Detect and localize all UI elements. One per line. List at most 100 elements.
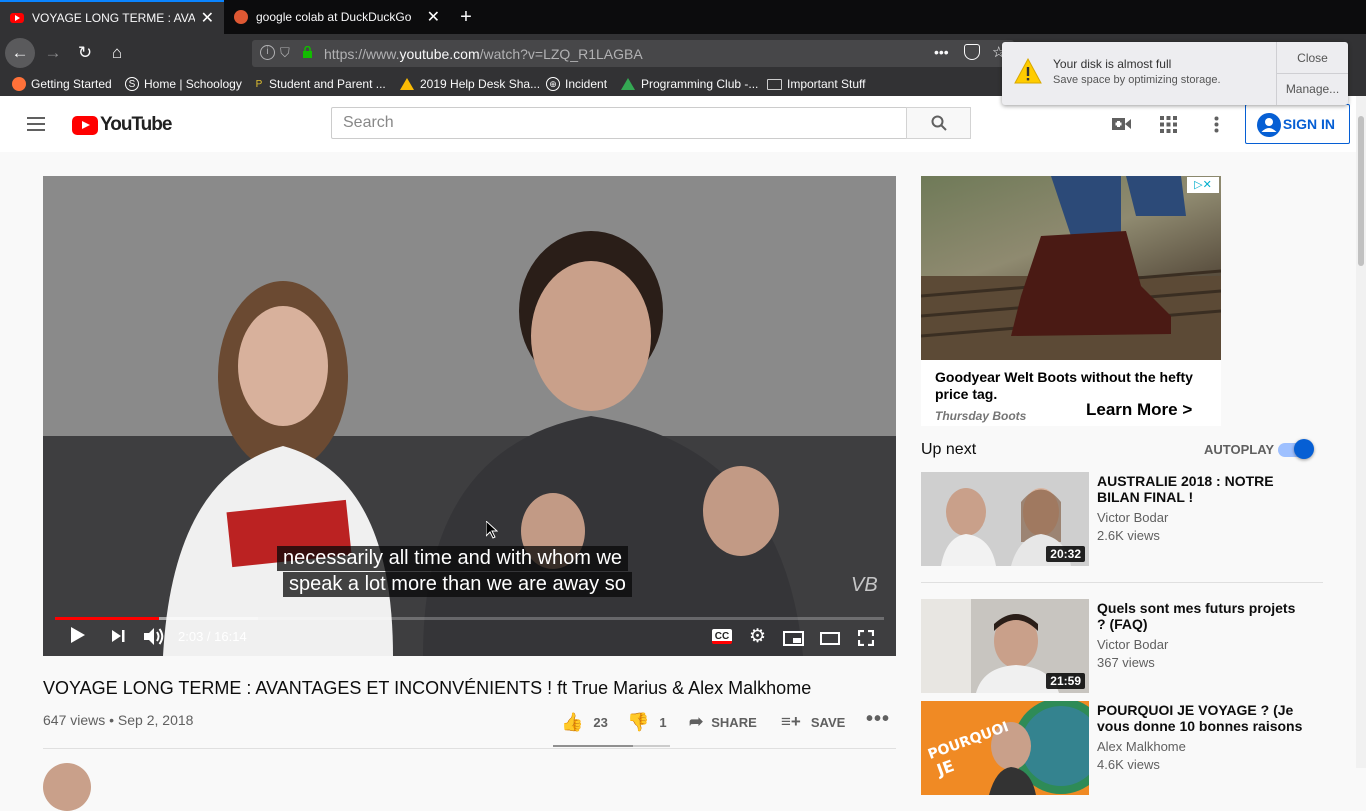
bookmark-important-stuff[interactable]: Important Stuff [767, 75, 866, 93]
video-player[interactable]: necessarily all time and with whom we sp… [43, 176, 896, 656]
ad-cta-button[interactable]: Learn More > [1086, 400, 1192, 420]
related-video-thumbnail[interactable]: POURQUOI JE [921, 701, 1089, 795]
notification-subtitle: Save space by optimizing storage. [1053, 74, 1221, 86]
ad-banner[interactable]: ▷✕ Goodyear Welt Boots without the hefty… [921, 176, 1221, 426]
theater-mode-button[interactable] [820, 632, 840, 645]
mute-button[interactable] [144, 628, 164, 645]
video-duration: 20:32 [1046, 546, 1085, 562]
page-scrollbar[interactable] [1356, 96, 1366, 768]
add-to-playlist-icon: ≡+ [781, 712, 801, 731]
notification-close-button[interactable]: Close [1277, 42, 1348, 73]
fullscreen-button[interactable] [858, 630, 874, 646]
save-button[interactable]: ≡+ SAVE [781, 712, 845, 732]
autoplay-label: AUTOPLAY [1204, 442, 1275, 457]
firefox-icon [12, 77, 26, 91]
captions-button[interactable]: CC [712, 629, 732, 644]
related-video-views: 4.6K views [1097, 757, 1160, 772]
close-tab-icon[interactable]: ✕ [201, 8, 214, 28]
thumbs-down-icon: 👎 [627, 712, 650, 732]
related-video-channel[interactable]: Victor Bodar [1097, 637, 1168, 652]
bookmark-incident[interactable]: ⊕ Incident [546, 75, 607, 93]
apps-grid-icon[interactable] [1160, 116, 1177, 133]
channel-watermark[interactable]: VB [851, 574, 878, 597]
related-video-thumbnail[interactable]: 20:32 [921, 472, 1089, 566]
ad-advertiser: Thursday Boots [935, 409, 1027, 423]
caption-line-2: speak a lot more than we are away so [283, 572, 632, 597]
account-icon [1257, 113, 1281, 137]
settings-more-icon[interactable] [1214, 116, 1219, 138]
duckduckgo-favicon-icon [234, 10, 248, 24]
reload-button[interactable]: ↻ [70, 38, 100, 68]
share-icon: ➦ [689, 712, 704, 731]
video-meta: 647 views • Sep 2, 2018 [43, 712, 194, 728]
bookmark-student-parent[interactable]: P Student and Parent ... [254, 75, 386, 93]
sign-in-label: SIGN IN [1282, 116, 1335, 132]
tab-bar: VOYAGE LONG TERME : AVANTAGES ✕ google c… [0, 0, 1366, 34]
up-next-heading: Up next [921, 441, 977, 458]
tab-youtube[interactable]: VOYAGE LONG TERME : AVANTAGES ✕ [0, 0, 224, 34]
info-icon[interactable]: i [260, 45, 275, 60]
dislike-button[interactable]: 👎 1 [627, 712, 667, 733]
related-video-thumbnail[interactable]: 21:59 [921, 599, 1089, 693]
warning-icon [1014, 57, 1042, 89]
youtube-logo[interactable]: YouTube [72, 114, 172, 136]
sign-in-button[interactable]: SIGN IN [1245, 104, 1350, 144]
fullscreen-icon [858, 630, 874, 646]
bookmark-help-desk[interactable]: 2019 Help Desk Sha... [400, 75, 540, 93]
tab-title: VOYAGE LONG TERME : AVANTAGES [32, 11, 195, 25]
url-text[interactable]: https://www.youtube.com/watch?v=LZQ_R1LA… [324, 46, 643, 62]
bookmark-label: Home | Schoology [144, 77, 242, 91]
share-button[interactable]: ➦ SHARE [689, 712, 757, 732]
bookmark-schoology[interactable]: S Home | Schoology [125, 75, 242, 93]
bookmark-getting-started[interactable]: Getting Started [12, 75, 112, 93]
bookmark-label: Important Stuff [787, 77, 866, 91]
page-actions-icon[interactable]: ••• [934, 44, 949, 60]
ad-choices-icon[interactable]: ▷✕ [1187, 177, 1219, 193]
settings-button[interactable]: ⚙ [749, 626, 767, 647]
related-video-title[interactable]: POURQUOI JE VOYAGE ? (Je vous donne 10 b… [1097, 702, 1307, 734]
miniplayer-icon [783, 631, 804, 646]
scrollbar-thumb[interactable] [1358, 116, 1364, 266]
search-input[interactable]: Search [331, 107, 907, 139]
related-video-channel[interactable]: Victor Bodar [1097, 510, 1168, 525]
tab-duckduckgo[interactable]: google colab at DuckDuckGo ✕ [224, 0, 450, 34]
menu-icon[interactable] [27, 117, 45, 131]
new-tab-button[interactable]: + [454, 0, 478, 34]
globe-icon: ⊕ [546, 77, 560, 91]
search-icon [931, 115, 947, 131]
url-bar[interactable]: i ⛉ https://www.youtube.com/watch?v=LZQ_… [252, 40, 1014, 67]
bookmark-icon: P [255, 78, 263, 90]
channel-avatar[interactable] [43, 763, 91, 811]
folder-icon [767, 78, 782, 90]
schoology-icon: S [125, 77, 139, 91]
bookmark-label: Programming Club -... [641, 77, 759, 91]
search-button[interactable] [906, 107, 971, 139]
notification-manage-button[interactable]: Manage... [1277, 73, 1348, 104]
related-video-title[interactable]: AUSTRALIE 2018 : NOTRE BILAN FINAL ! [1097, 473, 1307, 505]
gear-icon: ⚙ [749, 626, 767, 647]
lock-icon [302, 45, 313, 59]
play-button[interactable] [71, 627, 85, 643]
progress-bar[interactable] [55, 617, 884, 620]
home-button[interactable]: ⌂ [102, 38, 132, 68]
autoplay-toggle[interactable] [1278, 439, 1314, 459]
tracking-protection-icon[interactable]: ⛉ [280, 45, 290, 61]
miniplayer-button[interactable] [783, 631, 804, 646]
caption-line-1: necessarily all time and with whom we [277, 546, 629, 571]
close-tab-icon[interactable]: ✕ [427, 7, 440, 27]
next-button[interactable] [112, 630, 125, 642]
related-video-channel[interactable]: Alex Malkhome [1097, 739, 1186, 754]
like-count: 23 [593, 715, 608, 730]
youtube-favicon-icon [10, 13, 24, 23]
create-video-icon[interactable] [1112, 117, 1131, 136]
bookmark-programming-club[interactable]: Programming Club -... [621, 75, 758, 93]
more-actions-icon[interactable]: ••• [866, 708, 890, 731]
back-button[interactable]: ← [5, 38, 35, 68]
progress-played [55, 617, 160, 620]
ad-headline[interactable]: Goodyear Welt Boots without the hefty pr… [935, 369, 1207, 403]
disk-full-notification: Your disk is almost full Save space by o… [1002, 42, 1348, 105]
like-button[interactable]: 👍 23 [561, 712, 608, 733]
pocket-icon[interactable] [964, 44, 980, 60]
forward-button[interactable]: → [38, 38, 68, 68]
related-video-title[interactable]: Quels sont mes futurs projets ? (FAQ) [1097, 600, 1307, 632]
